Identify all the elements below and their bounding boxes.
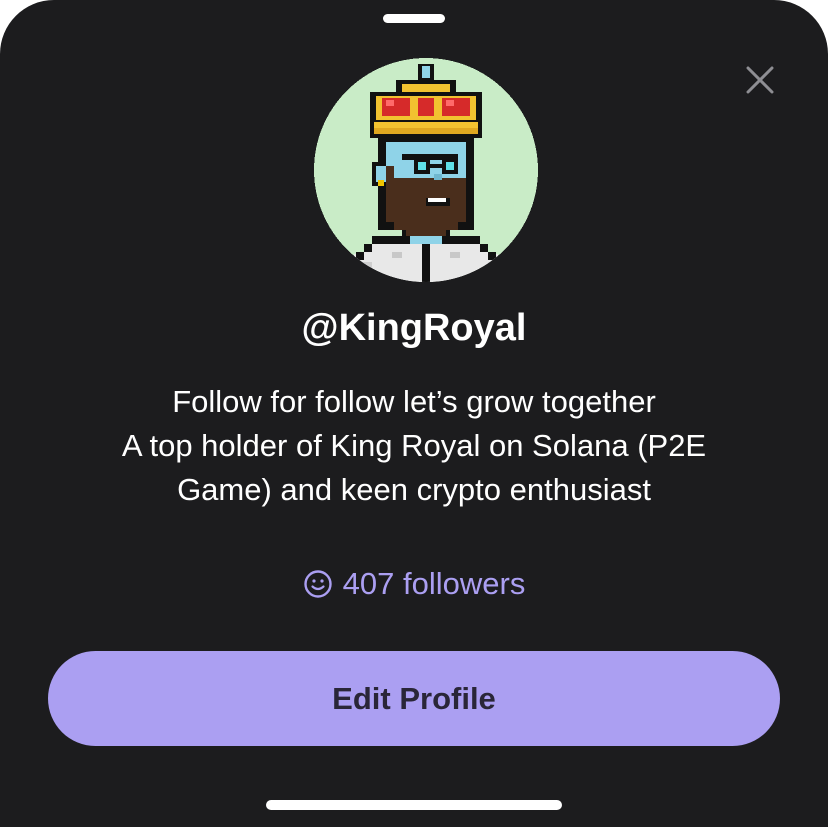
pixel-king-avatar-icon [314,58,538,282]
profile-sheet: @KingRoyal Follow for follow let’s grow … [0,0,828,827]
edit-profile-button[interactable]: Edit Profile [48,651,780,746]
bio-line: Game) and keen crypto enthusiast [177,472,651,507]
close-icon [746,66,774,94]
username: @KingRoyal [301,307,527,349]
home-indicator [266,800,562,810]
close-button[interactable] [740,60,780,100]
avatar[interactable] [314,58,538,282]
smiley-icon [303,569,333,599]
sheet-grabber[interactable] [383,14,445,23]
followers-count: 407 followers [342,566,526,601]
followers-link[interactable]: 407 followers [0,562,828,606]
bio-line: A top holder of King Royal on Solana (P2… [121,428,707,463]
bio: Follow for follow let’s grow together A … [60,380,768,512]
bio-line: Follow for follow let’s grow together [172,384,656,419]
